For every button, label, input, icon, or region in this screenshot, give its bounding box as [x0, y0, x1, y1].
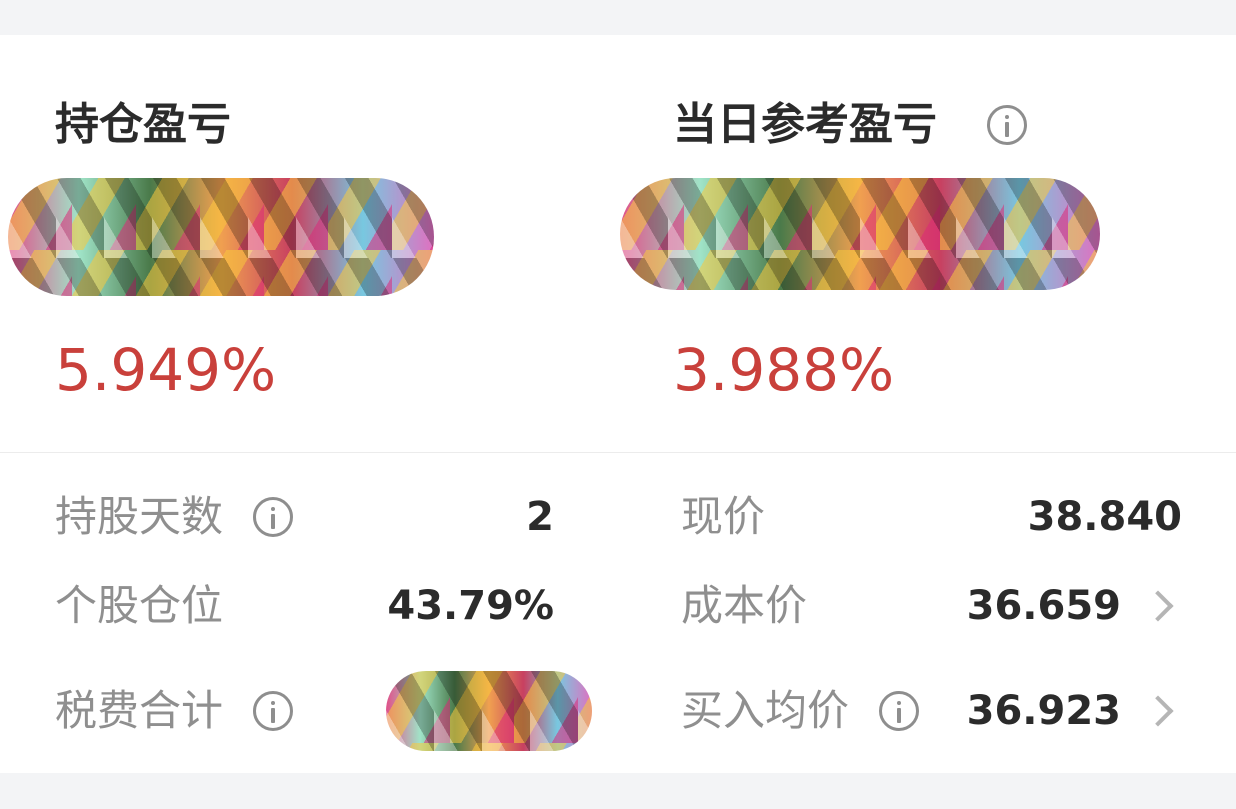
fees-total-label: 税费合计	[55, 686, 224, 735]
section-divider	[0, 452, 1236, 453]
avg-buy-price-label: 买入均价	[681, 686, 850, 735]
today-pnl-percent: 3.988%	[673, 336, 895, 404]
today-pnl-info-icon[interactable]	[987, 105, 1027, 145]
cost-price-row[interactable]: 成本价 36.659	[673, 573, 1183, 639]
fees-total-info-icon[interactable]	[253, 691, 293, 731]
avg-buy-price-value: 36.923	[966, 688, 1121, 734]
holding-pnl-title: 持仓盈亏	[55, 99, 231, 150]
current-price-value: 38.840	[1027, 494, 1182, 540]
holding-pnl-percent: 5.949%	[55, 336, 277, 404]
position-ratio-value: 43.79%	[387, 583, 554, 629]
holding-days-label: 持股天数	[55, 492, 224, 541]
today-pnl-title: 当日参考盈亏	[673, 99, 937, 150]
fees-total-value-masked	[386, 671, 592, 751]
holding-days-value: 2	[526, 494, 554, 540]
position-profit-card: 持仓盈亏 5.949% 当日参考盈亏 3.988% 持股天数 2 现价 38.8…	[0, 35, 1236, 773]
holding-pnl-amount-masked	[8, 178, 434, 296]
avg-buy-price-info-icon[interactable]	[879, 691, 919, 731]
position-ratio-label: 个股仓位	[55, 581, 224, 630]
cost-price-label: 成本价	[681, 581, 808, 630]
holding-days-info-icon[interactable]	[253, 497, 293, 537]
chevron-right-icon	[1142, 590, 1174, 622]
today-pnl-amount-masked	[620, 178, 1100, 290]
avg-buy-price-row[interactable]: 买入均价 36.923	[673, 678, 1183, 744]
current-price-label: 现价	[681, 492, 766, 541]
chevron-right-icon	[1142, 695, 1174, 727]
cost-price-value: 36.659	[966, 583, 1121, 629]
